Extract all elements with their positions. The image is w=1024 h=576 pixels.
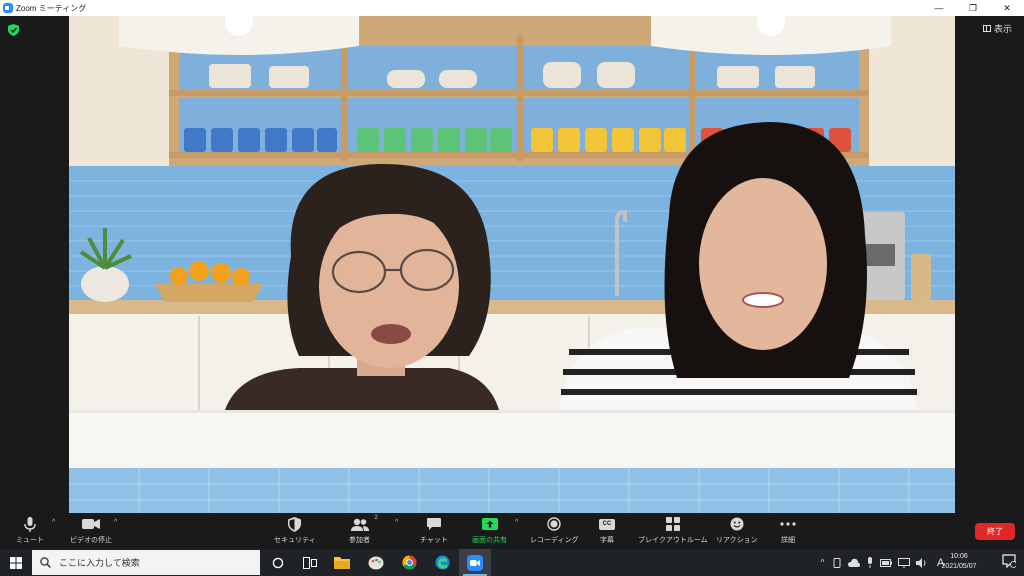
end-meeting-button[interactable]: 終了 [975,523,1015,540]
tray-device-icon[interactable] [832,557,842,568]
taskbar-paint[interactable] [360,549,392,576]
tray-microphone-icon[interactable] [866,557,874,568]
record-label: レコーディング [530,537,579,544]
window-title: Zoom ミーティング [16,3,87,13]
breakout-rooms-label: ブレイクアウトルーム [638,537,708,544]
participants-count: 2 [374,515,378,521]
edge-icon [434,555,450,570]
record-icon [545,516,563,532]
clock-date: 2021/05/07 [941,563,977,570]
front-counter [69,410,955,468]
view-button[interactable]: 表示 [982,22,1012,35]
paint-palette-icon [368,556,384,569]
share-screen-icon [481,516,499,532]
zoom-app: Zoom ミーティング — ❐ ✕ 表示 ミュート ^ ビデオの停止 ^ セキュ… [0,0,1024,576]
captions-button[interactable]: CC 字幕 [598,516,616,545]
window-titlebar: Zoom ミーティング — ❐ ✕ [0,0,1024,16]
close-button[interactable]: ✕ [990,0,1024,16]
microphone-icon [21,516,39,532]
chrome-icon [401,555,417,570]
shelf-divider-2 [517,36,523,161]
zoom-app-icon [467,554,483,571]
system-tray: ^ A [816,549,945,576]
smiley-icon [728,516,746,532]
chat-label: チャット [420,537,448,544]
shelf-divider-1 [341,36,347,161]
zoom-logo-icon [3,3,13,13]
plant-pot [81,266,129,302]
virtual-background-scene [69,16,955,513]
more-dots-icon [779,516,797,532]
search-icon [40,557,51,568]
chat-button[interactable]: チャット [420,516,448,545]
windows-taskbar: ここに入力して検索 ^ A 10:06 2021/05/07 [0,549,1024,576]
grid-icon [982,25,991,32]
taskbar-edge[interactable] [426,549,458,576]
participants-options-caret[interactable]: ^ [395,519,398,526]
folder-icon [334,557,350,569]
more-button[interactable]: 詳細 [779,516,797,545]
more-label: 詳細 [781,537,795,544]
battery-icon[interactable] [880,558,892,567]
record-button[interactable]: レコーディング [530,516,579,545]
front-tiles [69,468,955,513]
participant-1-mouth [371,324,411,344]
stop-video-button[interactable]: ビデオの停止 [70,516,112,545]
task-view-icon [303,556,317,569]
closed-captions-icon: CC [598,516,616,532]
video-camera-icon [82,516,100,532]
share-screen-button[interactable]: 画面の共有 [472,516,507,545]
participant-2-smile [742,292,784,308]
participants-button[interactable]: 2 参加者 [349,515,378,545]
taskbar-chrome[interactable] [393,549,425,576]
audio-options-caret[interactable]: ^ [52,519,55,526]
shelf-divider-3 [689,36,695,161]
mute-label: ミュート [16,537,44,544]
meeting-area: 表示 [0,16,1024,513]
participant-2-face [699,178,827,350]
windows-logo-icon [10,556,22,569]
volume-icon[interactable] [916,557,928,568]
search-placeholder: ここに入力して検索 [59,558,140,568]
video-gallery [69,16,955,513]
breakout-rooms-button[interactable]: ブレイクアウトルーム [638,516,708,545]
clock-time: 10:06 [950,553,968,560]
onedrive-cloud-icon[interactable] [848,558,860,567]
captions-label: 字幕 [600,537,614,544]
cortana-circle-icon [272,557,284,568]
taskbar-file-explorer[interactable] [326,549,358,576]
reactions-label: リアクション [716,537,758,544]
meeting-toolbar: ミュート ^ ビデオの停止 ^ セキュリティ 2 参加者 ^ チャット 画面の共… [0,513,1024,549]
network-icon[interactable] [898,557,910,568]
security-label: セキュリティ [274,537,316,544]
window-controls: — ❐ ✕ [922,0,1024,16]
chat-bubble-icon [425,516,443,532]
minimize-button[interactable]: — [922,0,956,16]
share-options-caret[interactable]: ^ [515,519,518,526]
taskbar-clock[interactable]: 10:06 2021/05/07 [930,552,988,572]
mute-button[interactable]: ミュート [16,516,44,545]
tray-chevron-up-icon[interactable]: ^ [816,558,829,567]
security-shield-icon [286,516,304,532]
participants-label: 参加者 [349,537,370,544]
reactions-button[interactable]: リアクション [716,516,758,545]
task-view-button[interactable] [294,549,326,576]
jar [911,254,931,300]
maximize-button[interactable]: ❐ [956,0,990,16]
share-screen-label: 画面の共有 [472,537,507,544]
cortana-button[interactable] [262,549,294,576]
security-button[interactable]: セキュリティ [274,516,316,545]
start-button[interactable] [0,549,32,576]
video-options-caret[interactable]: ^ [114,519,117,526]
taskbar-zoom[interactable] [459,549,491,576]
notification-center-icon[interactable] [1002,554,1016,568]
participants-icon: 2 [350,515,378,532]
taskbar-search-box[interactable]: ここに入力して検索 [32,550,260,575]
breakout-rooms-icon [664,516,682,532]
view-label: 表示 [993,24,1012,34]
fruit-bowl [155,284,263,302]
shield-check-icon[interactable] [8,24,19,36]
stop-video-label: ビデオの停止 [70,537,112,544]
